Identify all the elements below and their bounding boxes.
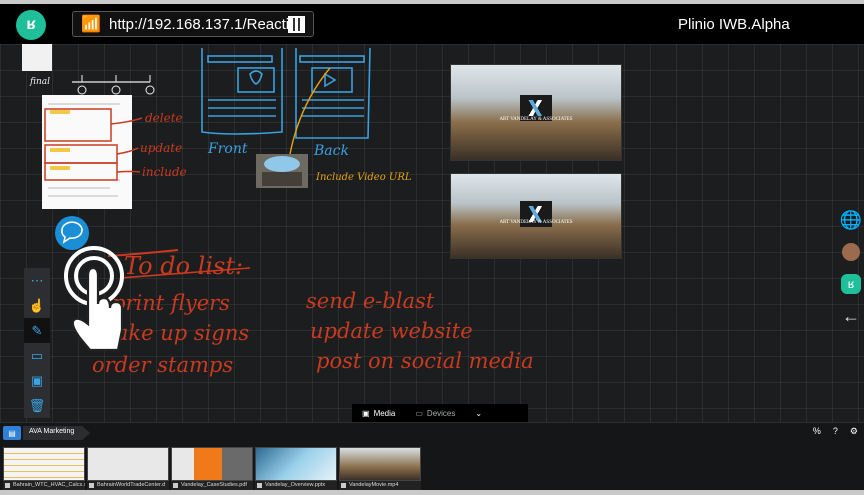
left-toolbar: ⋯ ☝ ✎ ▭ ▣ 🗑 bbox=[24, 268, 50, 418]
tab-devices[interactable]: ▭ Devices bbox=[405, 409, 465, 418]
url-text: http://192.168.137.1/Reactiv bbox=[109, 15, 297, 33]
media-image-1[interactable]: ART VANDELAY & ASSOCIATES bbox=[450, 64, 622, 161]
file-thumbnail[interactable]: Vandelay_CaseStudies.pdf bbox=[171, 447, 253, 490]
tray-tabs: ▣ Media ▭ Devices ⌄ bbox=[352, 404, 528, 422]
todo-right-item-3: post on social media bbox=[316, 349, 534, 373]
user-avatar-icon[interactable] bbox=[838, 236, 864, 268]
whiteboard-app: ʁ 📶 http://192.168.137.1/Reactiv Plinio … bbox=[0, 4, 864, 490]
whiteboard-canvas[interactable]: final delete update include Front Back I… bbox=[0, 44, 864, 424]
include-video-url-annotation: Include Video URL bbox=[315, 172, 412, 183]
file-name: Vandelay_Overview.pptx bbox=[255, 481, 337, 490]
tab-media[interactable]: ▣ Media bbox=[352, 409, 405, 418]
file-thumbnail[interactable]: VandelayMovie.mp4 bbox=[339, 447, 421, 490]
todo-left-item-3: order stamps bbox=[92, 353, 233, 377]
small-doc-thumbnail[interactable] bbox=[22, 44, 52, 71]
media-tray: ▤ AVA Marketing % ? ⚙ Bahrain_WTC_HVAC_C… bbox=[0, 422, 864, 490]
file-name: BahrainWorldTradeCenter.d bbox=[87, 481, 169, 490]
media-image-2[interactable]: ART VANDELAY & ASSOCIATES bbox=[450, 173, 622, 259]
folder-breadcrumb[interactable]: ▤ AVA Marketing bbox=[3, 426, 91, 440]
phone-wifi-icon: 📶 bbox=[81, 16, 101, 33]
touch-hand-icon bbox=[64, 246, 124, 352]
back-arrow-icon[interactable]: ← bbox=[838, 300, 864, 332]
folder-icon: ▤ bbox=[3, 426, 21, 440]
trash-icon[interactable]: 🗑 bbox=[24, 393, 50, 418]
media-icon: ▣ bbox=[362, 408, 370, 418]
chevron-down-icon[interactable]: ⌄ bbox=[465, 409, 492, 418]
folder-name: AVA Marketing bbox=[23, 426, 91, 440]
file-thumbnail[interactable]: Vandelay_Overview.pptx bbox=[255, 447, 337, 490]
right-rail: 🌐 ʁ ← bbox=[838, 204, 864, 332]
pointer-icon[interactable]: ☝ bbox=[24, 293, 50, 318]
todo-right-item-2: update website bbox=[310, 319, 473, 343]
todo-right-item-1: send e-blast bbox=[306, 289, 435, 313]
app-logo-icon[interactable]: ʁ bbox=[16, 10, 46, 40]
screen-icon[interactable]: ▣ bbox=[24, 368, 50, 393]
pen-icon[interactable]: ✎ bbox=[24, 318, 50, 343]
window-title: Plinio IWB.Alpha bbox=[678, 16, 790, 33]
tab-devices-label: Devices bbox=[426, 408, 456, 418]
delete-annotation: delete bbox=[145, 111, 183, 125]
file-thumbnail[interactable]: BahrainWorldTradeCenter.d bbox=[87, 447, 169, 490]
media-caption: ART VANDELAY & ASSOCIATES bbox=[499, 117, 573, 123]
settings-icon[interactable]: ⚙ bbox=[850, 426, 858, 437]
zoom-percent-icon[interactable]: % bbox=[813, 426, 821, 437]
file-thumbnail[interactable]: Bahrain_WTC_HVAC_Calcs.xls bbox=[3, 447, 85, 490]
tab-media-label: Media bbox=[373, 408, 396, 418]
qr-code-icon[interactable] bbox=[288, 16, 305, 33]
front-label: Front bbox=[207, 141, 248, 157]
page-icon[interactable]: ▭ bbox=[24, 343, 50, 368]
back-label: Back bbox=[313, 143, 349, 159]
devices-icon: ▭ bbox=[415, 408, 423, 418]
url-display[interactable]: 📶 http://192.168.137.1/Reactiv bbox=[72, 11, 314, 37]
grip-icon[interactable]: ⋯ bbox=[24, 268, 50, 293]
tray-controls: % ? ⚙ bbox=[813, 426, 864, 437]
include-annotation: include bbox=[142, 165, 187, 179]
media-caption: ART VANDELAY & ASSOCIATES bbox=[499, 220, 573, 226]
globe-icon[interactable]: 🌐 bbox=[838, 204, 864, 236]
file-name: Vandelay_CaseStudies.pdf bbox=[171, 481, 253, 490]
app-icon[interactable]: ʁ bbox=[838, 268, 864, 300]
update-annotation: update bbox=[140, 141, 182, 155]
file-name: VandelayMovie.mp4 bbox=[339, 481, 421, 490]
chat-bubble-icon[interactable] bbox=[55, 216, 89, 250]
final-annotation: final bbox=[29, 77, 50, 87]
top-bar: ʁ 📶 http://192.168.137.1/Reactiv Plinio … bbox=[0, 4, 864, 44]
help-icon[interactable]: ? bbox=[833, 426, 838, 437]
file-name: Bahrain_WTC_HVAC_Calcs.xls bbox=[3, 481, 85, 490]
